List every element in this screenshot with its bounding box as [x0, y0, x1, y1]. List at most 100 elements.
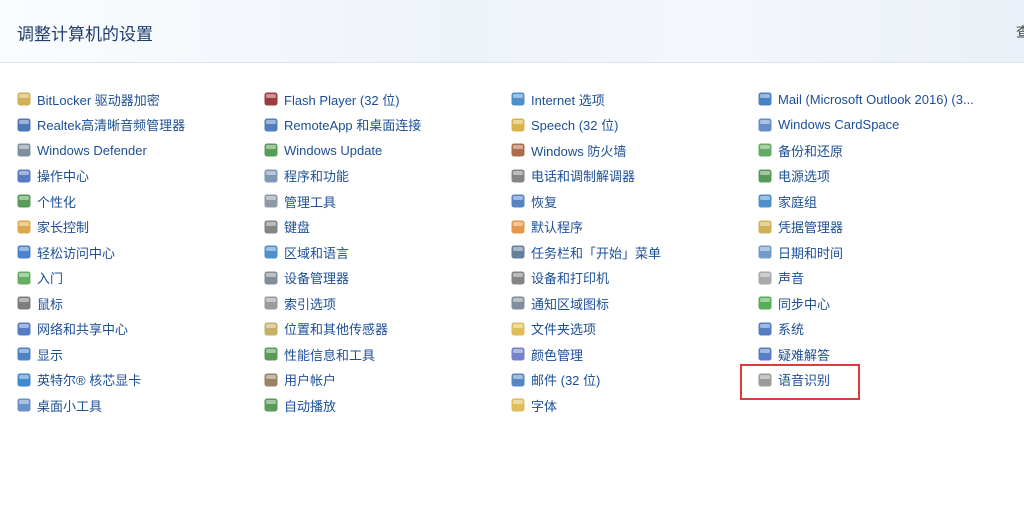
control-panel-item[interactable]: 索引选项	[263, 292, 336, 314]
control-panel-item[interactable]: Realtek高清晰音频管理器	[16, 114, 185, 136]
gadgets-icon	[16, 397, 32, 413]
control-panel-item-label: 个性化	[37, 194, 77, 210]
default-programs-icon	[510, 219, 526, 235]
control-panel-item[interactable]: 字体	[510, 394, 557, 416]
control-panel-item-label: 自动播放	[284, 398, 337, 414]
header-bar: 调整计算机的设置 查	[0, 0, 1024, 63]
color-management-icon	[510, 346, 526, 362]
control-panel-item[interactable]: 备份和还原	[757, 139, 843, 161]
control-panel-item[interactable]: 任务栏和「开始」菜单	[510, 241, 661, 263]
control-panel-item[interactable]: 入门	[16, 267, 63, 289]
control-panel-item-label: 任务栏和「开始」菜单	[531, 245, 662, 261]
control-panel-item-label: BitLocker 驱动器加密	[37, 92, 160, 108]
control-panel-item-label: Speech (32 位)	[531, 118, 619, 133]
clock-icon	[757, 244, 773, 260]
control-panel-item[interactable]: 网络和共享中心	[16, 318, 128, 340]
control-panel-item-label: 恢复	[531, 194, 558, 210]
control-panel-item[interactable]: 电话和调制解调器	[510, 165, 635, 187]
control-panel-item-label: 凭据管理器	[778, 220, 844, 235]
control-panel-item-label: 网络和共享中心	[37, 322, 129, 337]
control-panel-item-label: 日期和时间	[778, 245, 844, 261]
control-panel-item-label: 通知区域图标	[531, 296, 610, 312]
notification-icon	[510, 295, 526, 311]
control-panel-item-label: 管理工具	[284, 194, 337, 210]
control-panel-item[interactable]: 自动播放	[263, 394, 336, 416]
control-panel-item[interactable]: 区域和语言	[263, 241, 349, 263]
control-panel-item[interactable]: 疑难解答	[757, 343, 830, 365]
control-panel-item[interactable]: 轻松访问中心	[16, 241, 115, 263]
mouse-icon	[16, 295, 32, 311]
control-panel-item[interactable]: 桌面小工具	[16, 394, 102, 416]
control-panel-item-label: Internet 选项	[531, 92, 605, 108]
control-panel-item-label: 字体	[531, 398, 558, 414]
control-panel-item[interactable]: 同步中心	[757, 292, 830, 314]
control-panel-item[interactable]: 声音	[757, 267, 804, 289]
control-panel-item-label: 性能信息和工具	[284, 347, 376, 363]
control-panel-item[interactable]: Windows Update	[263, 139, 382, 161]
control-panel-item[interactable]: Internet 选项	[510, 88, 605, 110]
printer-icon	[510, 270, 526, 286]
control-panel-item-label: 操作中心	[37, 169, 90, 184]
user-accounts-icon	[263, 372, 279, 388]
control-panel-item[interactable]: 程序和功能	[263, 165, 349, 187]
troubleshoot-icon	[757, 346, 773, 362]
cardspace-icon	[757, 117, 773, 133]
flag-icon	[16, 168, 32, 184]
control-panel-item[interactable]: 恢复	[510, 190, 557, 212]
control-panel-item[interactable]: 位置和其他传感器	[263, 318, 388, 340]
control-panel-item[interactable]: 邮件 (32 位)	[510, 369, 600, 391]
control-panel-item[interactable]: Flash Player (32 位)	[263, 88, 400, 110]
control-panel-item[interactable]: 电源选项	[757, 165, 830, 187]
performance-icon	[263, 346, 279, 362]
control-panel-item[interactable]: Mail (Microsoft Outlook 2016) (3...	[757, 88, 974, 110]
control-panel-item[interactable]: 英特尔® 核芯显卡	[16, 369, 141, 391]
homegroup-icon	[757, 193, 773, 209]
control-panel-item-label: 电话和调制解调器	[531, 169, 636, 184]
control-panel-item[interactable]: 鼠标	[16, 292, 63, 314]
control-panel-item[interactable]: 操作中心	[16, 165, 89, 187]
control-panel-item-label: 声音	[778, 271, 805, 286]
control-panel-item[interactable]: 家庭组	[757, 190, 817, 212]
control-panel-item[interactable]: 家长控制	[16, 216, 89, 238]
control-panel-item[interactable]: 性能信息和工具	[263, 343, 375, 365]
sound-icon	[757, 270, 773, 286]
control-panel-item[interactable]: 显示	[16, 343, 63, 365]
control-panel-item-label: Windows CardSpace	[778, 117, 900, 132]
control-panel-item[interactable]: 用户帐户	[263, 369, 336, 391]
control-panel-item[interactable]: 设备和打印机	[510, 267, 609, 289]
control-panel-item[interactable]: 凭据管理器	[757, 216, 843, 238]
parental-icon	[16, 219, 32, 235]
control-panel-item-label: 索引选项	[284, 296, 337, 312]
taskbar-icon	[510, 244, 526, 260]
getting-started-icon	[16, 270, 32, 286]
control-panel-item-label: 桌面小工具	[37, 398, 103, 414]
control-panel-item[interactable]: 文件夹选项	[510, 318, 596, 340]
audio-manager-icon	[16, 117, 32, 133]
control-panel-item[interactable]: Windows CardSpace	[757, 114, 899, 136]
control-panel-item[interactable]: Speech (32 位)	[510, 114, 618, 136]
control-panel-item[interactable]: 系统	[757, 318, 804, 340]
control-panel-item[interactable]: BitLocker 驱动器加密	[16, 88, 160, 110]
control-panel-item[interactable]: 键盘	[263, 216, 310, 238]
control-panel-item[interactable]: 通知区域图标	[510, 292, 609, 314]
control-panel-item-label: 备份和还原	[778, 143, 844, 159]
control-panel-item-label: Windows 防火墙	[531, 143, 627, 159]
personalize-icon	[16, 193, 32, 209]
control-panel-item[interactable]: 颜色管理	[510, 343, 583, 365]
control-panel-item-label: Windows Update	[284, 142, 383, 158]
control-panel-item[interactable]: Windows 防火墙	[510, 139, 626, 161]
control-panel-item[interactable]: 日期和时间	[757, 241, 843, 263]
control-panel-item-label: 邮件 (32 位)	[531, 373, 601, 388]
view-by-label[interactable]: 查	[1016, 22, 1024, 42]
control-panel-item-label: 键盘	[284, 220, 311, 235]
control-panel-item-label: 系统	[778, 322, 805, 337]
intel-graphics-icon	[16, 372, 32, 388]
control-panel-item[interactable]: 默认程序	[510, 216, 583, 238]
control-panel-item-label: 文件夹选项	[531, 322, 597, 337]
control-panel-item[interactable]: RemoteApp 和桌面连接	[263, 114, 421, 136]
control-panel-item[interactable]: Windows Defender	[16, 139, 147, 161]
control-panel-item[interactable]: 个性化	[16, 190, 76, 212]
control-panel-item[interactable]: 管理工具	[263, 190, 336, 212]
control-panel-item[interactable]: 设备管理器	[263, 267, 349, 289]
system-icon	[757, 321, 773, 337]
